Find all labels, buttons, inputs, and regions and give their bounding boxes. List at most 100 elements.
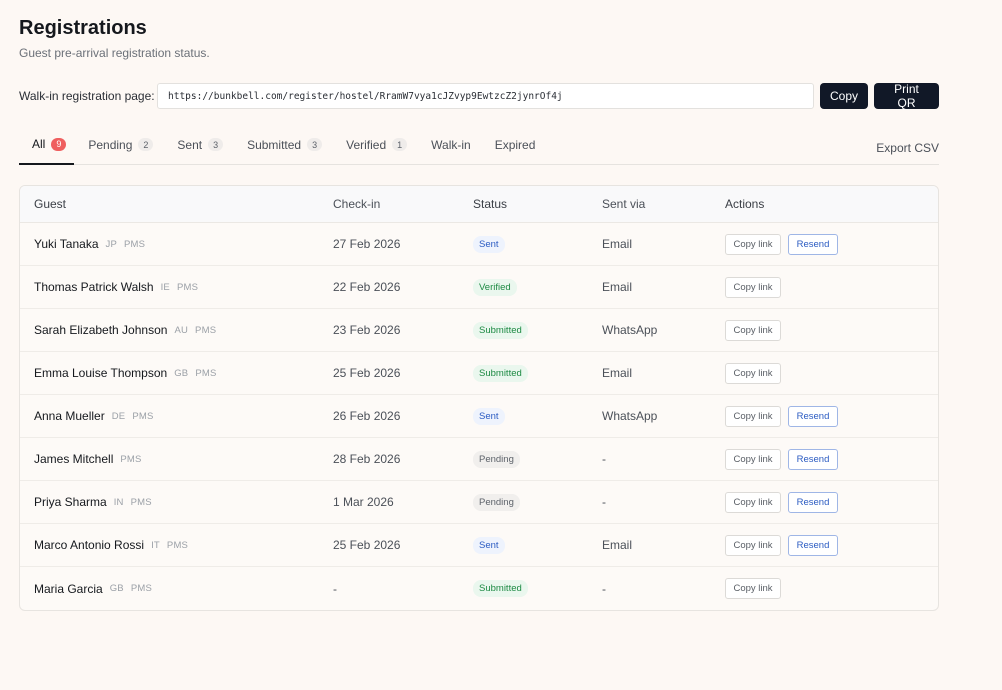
actions-cell: Copy link Resend bbox=[725, 491, 938, 513]
copy-link-button[interactable]: Copy link bbox=[725, 534, 781, 556]
status-badge: Sent bbox=[473, 536, 505, 554]
status-cell: Submitted bbox=[473, 580, 602, 597]
copy-link-button[interactable]: Copy link bbox=[725, 319, 781, 341]
checkin-cell: 28 Feb 2026 bbox=[333, 452, 401, 466]
guest-name: James Mitchell bbox=[34, 452, 114, 466]
tab-label: Verified bbox=[346, 137, 387, 152]
tab-label: Walk-in bbox=[431, 137, 471, 152]
tab-count-badge: 3 bbox=[208, 138, 224, 151]
tab-count-badge: 2 bbox=[138, 138, 154, 151]
guest-cell: Emma Louise Thompson GB PMS bbox=[20, 366, 333, 380]
guest-name: Yuki Tanaka bbox=[34, 237, 99, 251]
status-tabs: All 9 Pending 2 Sent 3 Submitted 3 Verif… bbox=[19, 131, 939, 165]
table-row: Sarah Elizabeth Johnson AU PMS 23 Feb 2026 S… bbox=[20, 309, 938, 352]
table-row: Yuki Tanaka JP PMS 27 Feb 2026 Sent Email Copy… bbox=[20, 223, 938, 266]
guest-country: IE bbox=[160, 281, 170, 293]
status-cell: Sent bbox=[473, 407, 602, 425]
guest-source: PMS bbox=[166, 539, 189, 551]
checkin-cell: 22 Feb 2026 bbox=[333, 280, 401, 294]
table-row: James Mitchell PMS 28 Feb 2026 Pending - Copy… bbox=[20, 438, 938, 481]
guest-country: JP bbox=[105, 238, 117, 250]
table-body: Yuki Tanaka JP PMS 27 Feb 2026 Sent Email Copy… bbox=[20, 223, 938, 610]
actions-cell: Copy link bbox=[725, 362, 938, 384]
guest-name: Maria Garcia bbox=[34, 581, 103, 596]
copy-url-button[interactable]: Copy bbox=[820, 83, 868, 109]
sent-via-cell: - bbox=[602, 495, 606, 509]
resend-button[interactable]: Resend bbox=[788, 405, 838, 427]
copy-link-button[interactable]: Copy link bbox=[725, 276, 781, 298]
guest-name: Marco Antonio Rossi bbox=[34, 538, 145, 552]
table-row: Emma Louise Thompson GB PMS 25 Feb 2026 Subm… bbox=[20, 352, 938, 395]
table-row: Maria Garcia GB PMS - Submitted - Copy link bbox=[20, 567, 938, 610]
sent-via-cell: - bbox=[602, 581, 606, 596]
copy-link-button[interactable]: Copy link bbox=[725, 233, 781, 255]
actions-cell: Copy link Resend bbox=[725, 534, 938, 556]
table-row: Thomas Patrick Walsh IE PMS 22 Feb 2026 Veri… bbox=[20, 266, 938, 309]
actions-cell: Copy link Resend bbox=[725, 233, 938, 255]
sent-via-cell: Email bbox=[602, 538, 633, 552]
tab-sent[interactable]: Sent 3 bbox=[177, 131, 224, 164]
resend-button[interactable]: Resend bbox=[788, 534, 838, 556]
guest-cell: Maria Garcia GB PMS bbox=[20, 582, 333, 596]
guest-cell: Sarah Elizabeth Johnson AU PMS bbox=[20, 323, 333, 337]
column-header-guest: Guest bbox=[34, 197, 67, 211]
export-csv-link[interactable]: Export CSV bbox=[876, 141, 939, 155]
copy-link-button[interactable]: Copy link bbox=[725, 578, 781, 599]
tab-label: Submitted bbox=[247, 137, 302, 152]
guest-source: PMS bbox=[124, 238, 146, 250]
status-badge: Submitted bbox=[473, 321, 528, 339]
column-header-status: Status bbox=[473, 197, 508, 211]
table-row: Priya Sharma IN PMS 1 Mar 2026 Pending - Copy … bbox=[20, 481, 938, 524]
page-title: Registrations bbox=[19, 17, 147, 39]
registrations-table: Guest Check-in Status Sent via Actions Y… bbox=[19, 185, 939, 611]
status-badge: Sent bbox=[473, 235, 505, 253]
tab-pending[interactable]: Pending 2 bbox=[88, 131, 154, 164]
checkin-cell: 26 Feb 2026 bbox=[333, 409, 401, 423]
guest-source: PMS bbox=[195, 367, 217, 379]
tab-walkin[interactable]: Walk-in bbox=[431, 131, 471, 164]
copy-link-button[interactable]: Copy link bbox=[725, 448, 781, 470]
guest-cell: Priya Sharma IN PMS bbox=[20, 495, 333, 509]
copy-link-button[interactable]: Copy link bbox=[725, 491, 781, 513]
checkin-cell: 1 Mar 2026 bbox=[333, 495, 394, 509]
walkin-label: Walk-in registration page: bbox=[19, 89, 155, 103]
guest-source: PMS bbox=[130, 583, 153, 594]
sent-via-cell: Email bbox=[602, 237, 633, 251]
tab-expired[interactable]: Expired bbox=[495, 131, 536, 164]
print-qr-button[interactable]: Print QR bbox=[874, 82, 939, 110]
tab-label: Sent bbox=[177, 137, 203, 152]
status-badge: Sent bbox=[473, 407, 505, 425]
table-row: Marco Antonio Rossi IT PMS 25 Feb 2026 Sent E… bbox=[20, 524, 938, 567]
tab-label: All bbox=[32, 137, 46, 151]
actions-cell: Copy link bbox=[725, 578, 938, 599]
resend-button[interactable]: Resend bbox=[788, 448, 838, 470]
resend-button[interactable]: Resend bbox=[788, 233, 838, 255]
tab-label: Pending bbox=[88, 137, 133, 152]
guest-source: PMS bbox=[176, 281, 199, 293]
guest-country: GB bbox=[174, 367, 189, 379]
guest-name: Thomas Patrick Walsh bbox=[34, 280, 154, 294]
guest-country: AU bbox=[174, 324, 189, 336]
actions-cell: Copy link Resend bbox=[725, 405, 938, 427]
checkin-cell: - bbox=[333, 581, 337, 596]
guest-cell: Thomas Patrick Walsh IE PMS bbox=[20, 280, 333, 294]
guest-cell: Anna Mueller DE PMS bbox=[20, 409, 333, 423]
guest-source: PMS bbox=[195, 324, 217, 336]
tab-count-badge: 9 bbox=[51, 137, 67, 151]
tab-submitted[interactable]: Submitted 3 bbox=[247, 131, 323, 164]
resend-button[interactable]: Resend bbox=[788, 491, 838, 513]
guest-name: Anna Mueller bbox=[34, 409, 105, 423]
guest-source: PMS bbox=[130, 496, 152, 508]
sent-via-cell: - bbox=[602, 452, 606, 466]
sent-via-cell: WhatsApp bbox=[602, 323, 658, 337]
guest-country: IT bbox=[151, 539, 160, 551]
guest-source: PMS bbox=[132, 410, 154, 422]
tab-all[interactable]: All 9 bbox=[19, 131, 75, 165]
tab-verified[interactable]: Verified 1 bbox=[346, 131, 408, 164]
copy-link-button[interactable]: Copy link bbox=[725, 362, 781, 384]
walkin-url-field[interactable]: https://bunkbell.com/register/hostel/Rra… bbox=[157, 83, 814, 109]
copy-link-button[interactable]: Copy link bbox=[725, 405, 781, 427]
guest-name: Priya Sharma bbox=[34, 495, 107, 509]
checkin-cell: 25 Feb 2026 bbox=[333, 538, 401, 552]
guest-country: DE bbox=[111, 410, 126, 422]
